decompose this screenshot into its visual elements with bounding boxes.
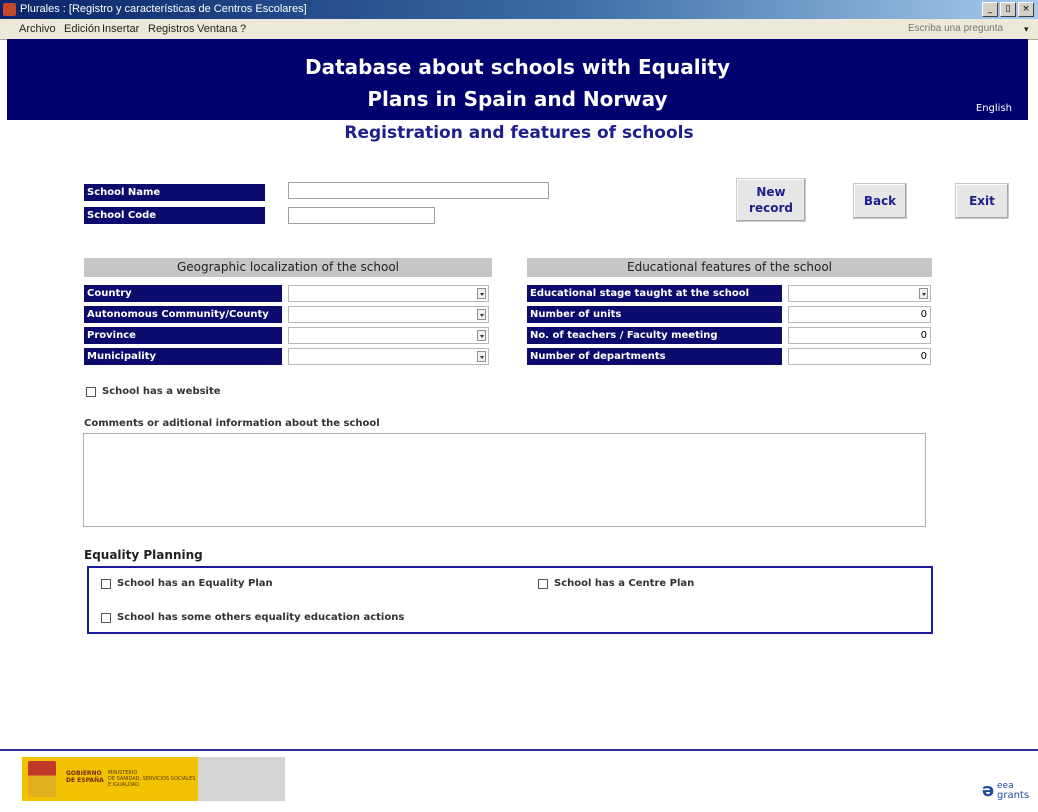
municipality-label: Municipality (84, 348, 282, 365)
window-controls: _ ▯ × (982, 2, 1034, 17)
centre-plan-checkbox[interactable]: School has a Centre Plan (538, 578, 694, 589)
window-title: Plurales : [Registro y características d… (20, 3, 307, 15)
comments-label: Comments or aditional information about … (84, 418, 380, 429)
language-link[interactable]: English (976, 103, 1012, 114)
comments-textarea[interactable] (83, 433, 926, 527)
school-code-label: School Code (84, 207, 265, 224)
country-label: Country (84, 285, 282, 302)
exit-button[interactable]: Exit (955, 183, 1009, 219)
form-subtitle: Registration and features of schools (344, 123, 694, 143)
equality-heading: Equality Planning (84, 548, 203, 562)
municipality-select[interactable] (288, 348, 489, 365)
checkbox-icon[interactable] (538, 578, 548, 589)
province-label: Province (84, 327, 282, 344)
eea-grants-logo: ə eea grants (982, 780, 1030, 801)
chevron-down-icon[interactable] (477, 351, 486, 362)
teachers-label: No. of teachers / Faculty meeting (527, 327, 782, 344)
footer-divider (0, 749, 1038, 751)
back-button[interactable]: Back (853, 183, 907, 219)
other-actions-checkbox[interactable]: School has some others equality educatio… (101, 612, 404, 623)
app-icon (3, 3, 16, 16)
equality-plan-checkbox[interactable]: School has an Equality Plan (101, 578, 273, 589)
page-title: Database about schools with Equality Pla… (304, 55, 731, 111)
menu-ventana[interactable]: Ventana (197, 19, 237, 39)
equality-frame (87, 566, 933, 634)
departments-label: Number of departments (527, 348, 782, 365)
community-label: Autonomous Community/County (84, 306, 282, 323)
province-select[interactable] (288, 327, 489, 344)
menu-edicion[interactable]: Edición (64, 19, 100, 39)
checkbox-icon[interactable] (101, 578, 111, 589)
checkbox-icon[interactable] (101, 612, 111, 623)
menu-insertar[interactable]: Insertar (102, 19, 139, 39)
website-checkbox-label: School has a website (102, 386, 221, 397)
header-banner: Database about schools with Equality Pla… (7, 39, 1028, 120)
departments-input[interactable]: 0 (788, 348, 931, 365)
edu-stage-select[interactable] (788, 285, 931, 302)
new-record-button[interactable]: New record (736, 178, 806, 222)
government-logo: GOBIERNO DE ESPAÑA MINISTERIO DE SANIDAD… (22, 757, 285, 801)
menu-registros[interactable]: Registros (148, 19, 194, 39)
geo-section-heading: Geographic localization of the school (84, 258, 492, 277)
chevron-down-icon[interactable] (477, 309, 486, 320)
edu-stage-label: Educational stage taught at the school (527, 285, 782, 302)
teachers-input[interactable]: 0 (788, 327, 931, 344)
chevron-down-icon[interactable] (477, 288, 486, 299)
help-question-input[interactable]: Escriba una pregunta (908, 22, 1020, 35)
window-titlebar: Plurales : [Registro y características d… (0, 0, 1038, 19)
coat-of-arms-icon (28, 761, 56, 797)
country-select[interactable] (288, 285, 489, 302)
units-label: Number of units (527, 306, 782, 323)
close-button[interactable]: × (1018, 2, 1034, 17)
units-input[interactable]: 0 (788, 306, 931, 323)
school-name-label: School Name (84, 184, 265, 201)
school-name-input[interactable] (288, 182, 549, 199)
checkbox-icon[interactable] (86, 386, 96, 397)
help-dropdown-icon[interactable]: ▾ (1024, 19, 1029, 39)
school-code-input[interactable] (288, 207, 435, 224)
menu-archivo[interactable]: Archivo (19, 19, 56, 39)
chevron-down-icon[interactable] (477, 330, 486, 341)
website-checkbox[interactable]: School has a website (86, 386, 221, 397)
community-select[interactable] (288, 306, 489, 323)
chevron-down-icon[interactable] (919, 288, 928, 299)
minimize-button[interactable]: _ (982, 2, 998, 17)
menu-help[interactable]: ? (240, 19, 246, 39)
restore-button[interactable]: ▯ (1000, 2, 1016, 17)
menu-bar: Archivo Edición Insertar Registros Venta… (0, 19, 1038, 40)
edu-section-heading: Educational features of the school (527, 258, 932, 277)
